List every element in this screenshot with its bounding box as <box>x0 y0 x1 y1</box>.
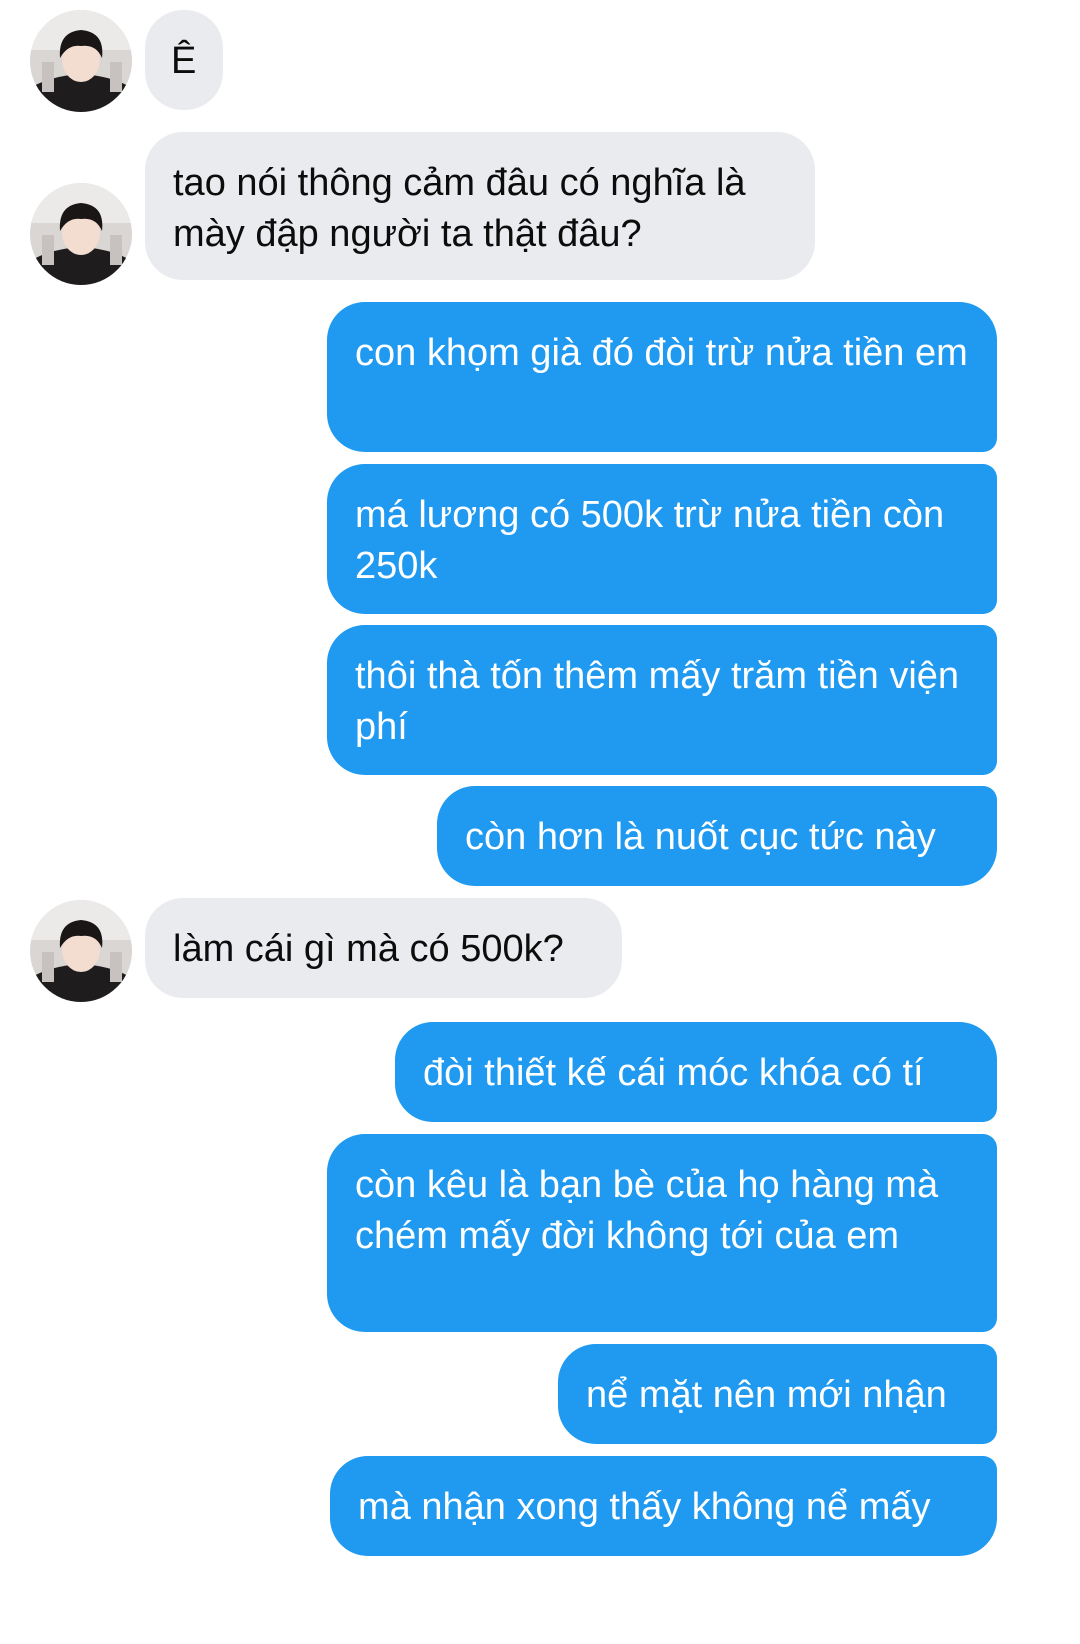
message-bubble-outgoing[interactable]: thôi thà tốn thêm mấy trăm tiền viện phí <box>327 625 997 775</box>
message-bubble-outgoing[interactable]: còn kêu là bạn bè của họ hàng mà chém mấ… <box>327 1134 997 1332</box>
message-bubble-outgoing[interactable]: má lương có 500k trừ nửa tiền còn 250k <box>327 464 997 614</box>
message-bubble-outgoing[interactable]: con khọm già đó đòi trừ nửa tiền em <box>327 302 997 452</box>
avatar-photo-icon <box>30 10 132 112</box>
message-bubble-incoming[interactable]: làm cái gì mà có 500k? <box>145 898 622 998</box>
avatar-photo-icon <box>30 183 132 285</box>
message-bubble-outgoing[interactable]: còn hơn là nuốt cục tức này <box>437 786 997 886</box>
contact-avatar[interactable] <box>30 10 132 112</box>
message-bubble-outgoing[interactable]: mà nhận xong thấy không nể mấy <box>330 1456 997 1556</box>
message-bubble-outgoing[interactable]: nể mặt nên mới nhận <box>558 1344 997 1444</box>
contact-avatar[interactable] <box>30 183 132 285</box>
message-bubble-outgoing[interactable]: đòi thiết kế cái móc khóa có tí <box>395 1022 997 1122</box>
contact-avatar[interactable] <box>30 900 132 1002</box>
message-bubble-incoming[interactable]: tao nói thông cảm đâu có nghĩa là mày đậ… <box>145 132 815 280</box>
avatar-photo-icon <box>30 900 132 1002</box>
message-bubble-incoming[interactable]: Ê <box>145 10 223 110</box>
